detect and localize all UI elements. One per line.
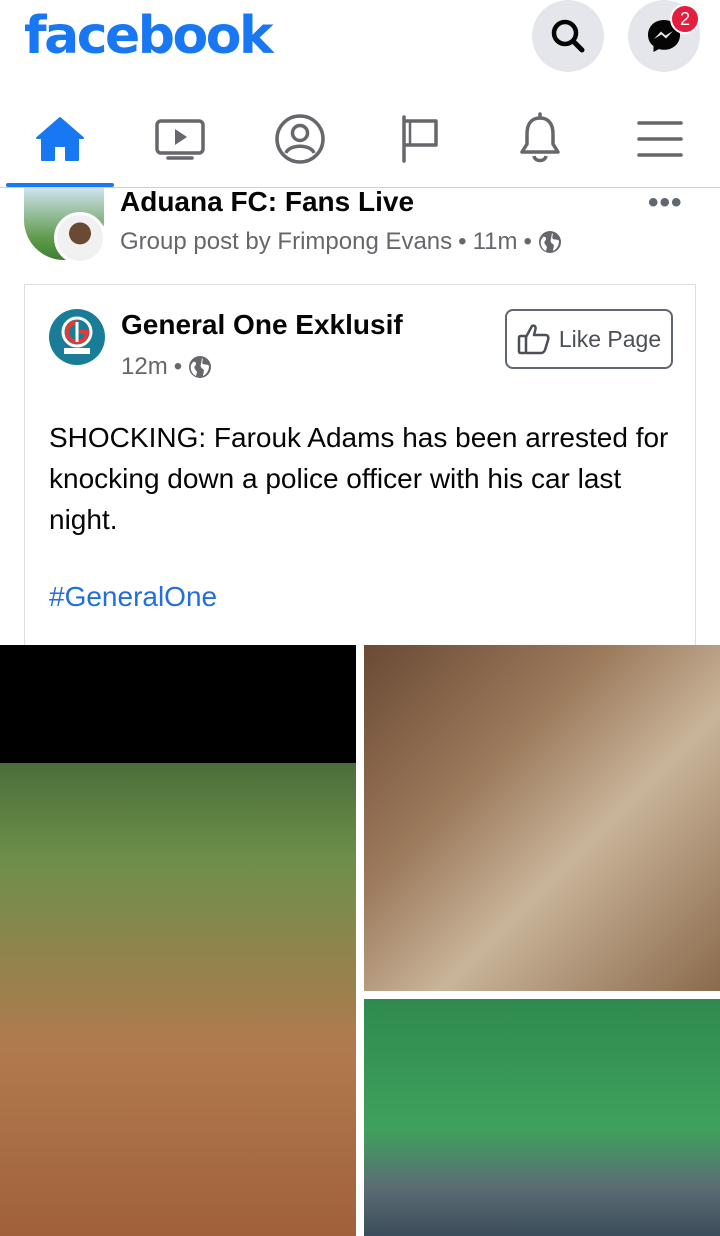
group-name[interactable]: Aduana FC: Fans Live (120, 186, 414, 218)
post-header: Aduana FC: Fans Live Group post by Frimp… (0, 186, 720, 278)
shared-post-meta: 12m • (121, 353, 212, 381)
photo-officer-by-police-car[interactable] (0, 645, 356, 1236)
more-options-icon[interactable]: ••• (648, 186, 683, 220)
home-icon (36, 116, 84, 161)
tab-bar (0, 90, 720, 188)
top-app-bar: facebook 2 (0, 0, 720, 90)
meta-separator: • (458, 228, 467, 255)
tab-menu[interactable] (600, 90, 720, 187)
meta-separator: • (173, 353, 183, 380)
tab-profile[interactable] (240, 90, 360, 187)
pages-flag-icon (402, 114, 438, 163)
shared-post-card: General One Exklusif 12m • Like Page SHO… (24, 284, 696, 646)
hashtag-link[interactable]: #GeneralOne (49, 581, 217, 613)
post-meta: Group post by Frimpong Evans • 11m • (120, 228, 562, 256)
like-page-button[interactable]: Like Page (505, 309, 673, 369)
meta-separator: • (523, 228, 532, 255)
page-name[interactable]: General One Exklusif (121, 309, 403, 341)
author-line[interactable]: Group post by Frimpong Evans (120, 228, 452, 256)
messenger-badge: 2 (670, 4, 700, 34)
post-time[interactable]: 11m (473, 228, 518, 256)
general-one-logo-icon (61, 316, 93, 354)
author-avatar[interactable] (54, 212, 106, 264)
facebook-logo[interactable]: facebook (24, 6, 274, 66)
thumbs-up-icon (517, 324, 550, 355)
photo-footballer[interactable] (364, 999, 720, 1236)
watch-icon (155, 118, 205, 160)
active-tab-indicator (6, 183, 114, 187)
globe-icon (538, 231, 561, 253)
tab-home[interactable] (0, 90, 120, 187)
like-page-label: Like Page (558, 325, 662, 352)
search-icon (551, 19, 585, 53)
globe-icon (189, 356, 212, 378)
search-button[interactable] (532, 0, 604, 72)
tab-watch[interactable] (120, 90, 240, 187)
post-body-text: SHOCKING: Farouk Adams has been arrested… (49, 422, 669, 535)
shared-post-time[interactable]: 12m (121, 353, 168, 381)
menu-icon (637, 120, 683, 157)
photo-officer-by-police-car-image (0, 763, 356, 1236)
photo-officer-portrait[interactable] (364, 645, 720, 991)
tab-notifications[interactable] (480, 90, 600, 187)
messenger-button[interactable]: 2 (628, 0, 700, 72)
tab-pages[interactable] (360, 90, 480, 187)
profile-icon (275, 113, 325, 164)
page-logo[interactable] (49, 309, 105, 365)
notifications-bell-icon (520, 111, 560, 162)
